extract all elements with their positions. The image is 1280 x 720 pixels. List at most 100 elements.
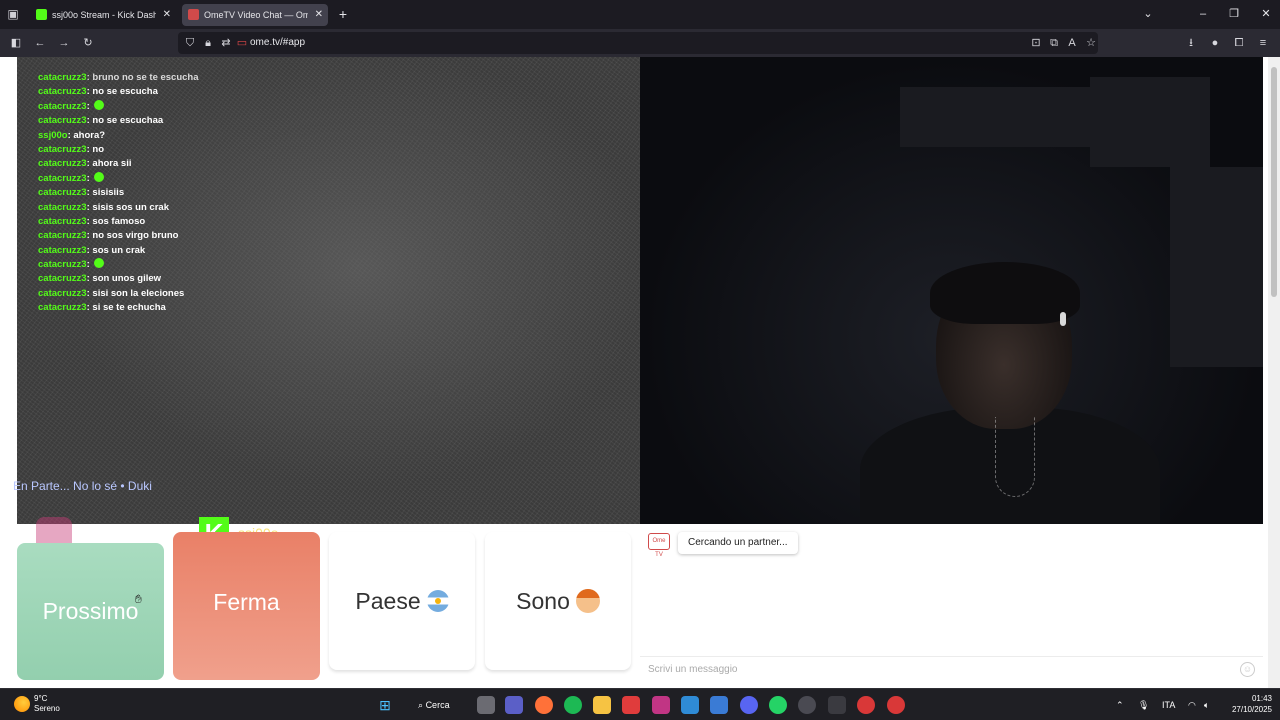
- now-playing-label: En Parte... No lo sé • Duki: [13, 479, 152, 493]
- background-shelf: [1090, 77, 1210, 167]
- tab-kick-dashboard[interactable]: ssj00o Stream - Kick Dashboard ✕: [30, 4, 176, 26]
- microsoft-store-icon[interactable]: [710, 696, 728, 714]
- picture-in-picture-icon[interactable]: ⧉: [1046, 35, 1062, 51]
- screenshot-icon[interactable]: ⊡: [1028, 35, 1044, 51]
- file-explorer-icon[interactable]: [593, 696, 611, 714]
- chat-message: catacruzz3: son unos gilew: [38, 273, 162, 285]
- spotify-icon[interactable]: [564, 696, 582, 714]
- chat-message: ssj00o: ahora?: [38, 129, 106, 141]
- weather-widget[interactable]: 9°C Sereno: [34, 694, 60, 714]
- system-clock[interactable]: 01:43 27/10/2025: [1224, 693, 1272, 715]
- chat-message: catacruzz3: sisi son la eleciones: [38, 287, 185, 299]
- language-indicator[interactable]: ITA: [1162, 697, 1175, 713]
- search-icon: ⌕: [418, 700, 424, 710]
- chrome-icon[interactable]: [798, 696, 816, 714]
- teams-icon[interactable]: [505, 696, 523, 714]
- search-status-message: Cercando un partner...: [678, 532, 798, 554]
- close-tab-icon[interactable]: ✕: [163, 4, 171, 26]
- ometv-logo-icon: Ome TV: [648, 533, 670, 558]
- forward-arrow-icon[interactable]: →: [56, 35, 72, 51]
- ometv-page: catacruzz3: bruno no se te escucha catac…: [0, 57, 1280, 688]
- close-icon[interactable]: ✕: [1257, 5, 1275, 23]
- weather-moon-icon[interactable]: [14, 696, 30, 712]
- tab-label: ssj00o Stream - Kick Dashboard: [52, 10, 156, 20]
- camera-sharing-icon[interactable]: ▭: [234, 35, 250, 51]
- bookmark-star-icon[interactable]: ☆: [1083, 35, 1099, 51]
- gender-select-button[interactable]: Sono: [485, 532, 631, 670]
- chat-message: catacruzz3: no se escucha: [38, 86, 158, 98]
- wifi-icon[interactable]: ◠: [1188, 697, 1196, 713]
- minimize-icon[interactable]: –: [1194, 5, 1212, 23]
- next-button[interactable]: Prossimo: [17, 543, 164, 680]
- address-bar[interactable]: ⛉ 🔒︎ ⇄ ▭ ome.tv/#app: [178, 32, 1098, 54]
- emote-icon: [94, 258, 105, 269]
- menu-icon[interactable]: ≡: [1255, 35, 1271, 51]
- chat-message: catacruzz3: no se escuchaa: [38, 115, 164, 127]
- url-text: ome.tv/#app: [250, 37, 306, 48]
- stop-button[interactable]: Ferma: [173, 532, 320, 680]
- clock-date: 27/10/2025: [1231, 705, 1272, 714]
- mouse-cursor-icon: ✋︎: [135, 592, 142, 606]
- reload-icon[interactable]: ↻: [80, 35, 96, 51]
- scrollbar-thumb[interactable]: [1271, 67, 1277, 297]
- ometv-favicon-icon: [188, 9, 199, 20]
- permissions-icon[interactable]: ⇄: [218, 35, 234, 51]
- page-scrollbar[interactable]: [1268, 57, 1280, 688]
- back-arrow-icon[interactable]: ←: [32, 35, 48, 51]
- message-input[interactable]: [640, 657, 1220, 681]
- recording-app-icon[interactable]: [887, 696, 905, 714]
- antivirus-icon[interactable]: [622, 696, 640, 714]
- lock-icon[interactable]: 🔒︎: [200, 35, 216, 51]
- close-tab-icon[interactable]: ✕: [315, 4, 323, 26]
- country-select-button[interactable]: Paese: [329, 532, 475, 670]
- text-chat-panel: Ome TV Cercando un partner... ☺: [640, 524, 1263, 688]
- chat-message: catacruzz3: ahora sii: [38, 158, 132, 170]
- browser-tab-strip: ▣ ssj00o Stream - Kick Dashboard ✕ OmeTV…: [0, 0, 1280, 29]
- person-hair: [930, 262, 1080, 324]
- discord-icon[interactable]: [740, 696, 758, 714]
- remote-video: [640, 57, 1263, 524]
- emoji-smile-icon[interactable]: ☺: [1240, 662, 1255, 677]
- app-icon[interactable]: [828, 696, 846, 714]
- download-icon[interactable]: ⭳: [1183, 35, 1199, 51]
- background-shelf: [900, 87, 1100, 147]
- restore-icon[interactable]: ❐: [1225, 5, 1243, 23]
- country-label: Paese: [355, 588, 421, 614]
- whatsapp-icon[interactable]: [769, 696, 787, 714]
- chat-message: catacruzz3: no sos virgo bruno: [38, 230, 179, 242]
- weather-condition: Sereno: [34, 704, 60, 713]
- gender-label: Sono: [516, 588, 570, 614]
- volume-icon[interactable]: 🔈︎: [1204, 697, 1209, 713]
- chat-message: catacruzz3: sisisiis: [38, 187, 125, 199]
- vscode-icon[interactable]: [681, 696, 699, 714]
- task-view-icon[interactable]: [477, 696, 495, 714]
- instagram-handle: @yno.bruno: [76, 525, 153, 541]
- tab-ometv[interactable]: OmeTV Video Chat — Ome ✕: [182, 4, 328, 26]
- taskbar-search[interactable]: ⌕ Cerca: [412, 695, 458, 715]
- chevron-up-icon[interactable]: ⌃: [1116, 697, 1124, 713]
- tab-label: OmeTV Video Chat — Ome: [204, 10, 308, 20]
- translate-icon[interactable]: A: [1064, 35, 1080, 51]
- chat-message: catacruzz3:: [38, 258, 338, 272]
- message-input-area: ☺: [640, 656, 1263, 682]
- temperature: 9°C: [34, 694, 48, 703]
- profile-icon[interactable]: ●: [1207, 35, 1223, 51]
- window-list-icon[interactable]: ▣: [6, 7, 20, 21]
- sidebar-icon[interactable]: ◧: [8, 35, 24, 51]
- earbud: [1060, 312, 1066, 326]
- clock-time: 01:43: [1251, 694, 1272, 703]
- windows-start-icon[interactable]: ⊞: [376, 696, 394, 714]
- kick-favicon-icon: [36, 9, 47, 20]
- instagram-app-icon[interactable]: [652, 696, 670, 714]
- recording-app-icon[interactable]: [857, 696, 875, 714]
- chevron-down-icon[interactable]: ⌄: [1139, 5, 1157, 23]
- plus-icon[interactable]: +: [336, 4, 350, 24]
- microphone-icon[interactable]: 🎙︎: [1138, 697, 1149, 713]
- extensions-icon[interactable]: ⧠: [1231, 35, 1247, 51]
- shield-icon[interactable]: ⛉: [182, 35, 198, 51]
- emote-icon: [94, 171, 105, 182]
- necklace: [995, 417, 1035, 497]
- firefox-icon[interactable]: [535, 696, 553, 714]
- search-label: Cerca: [425, 700, 450, 710]
- chat-message: catacruzz3: sos un crak: [38, 244, 146, 256]
